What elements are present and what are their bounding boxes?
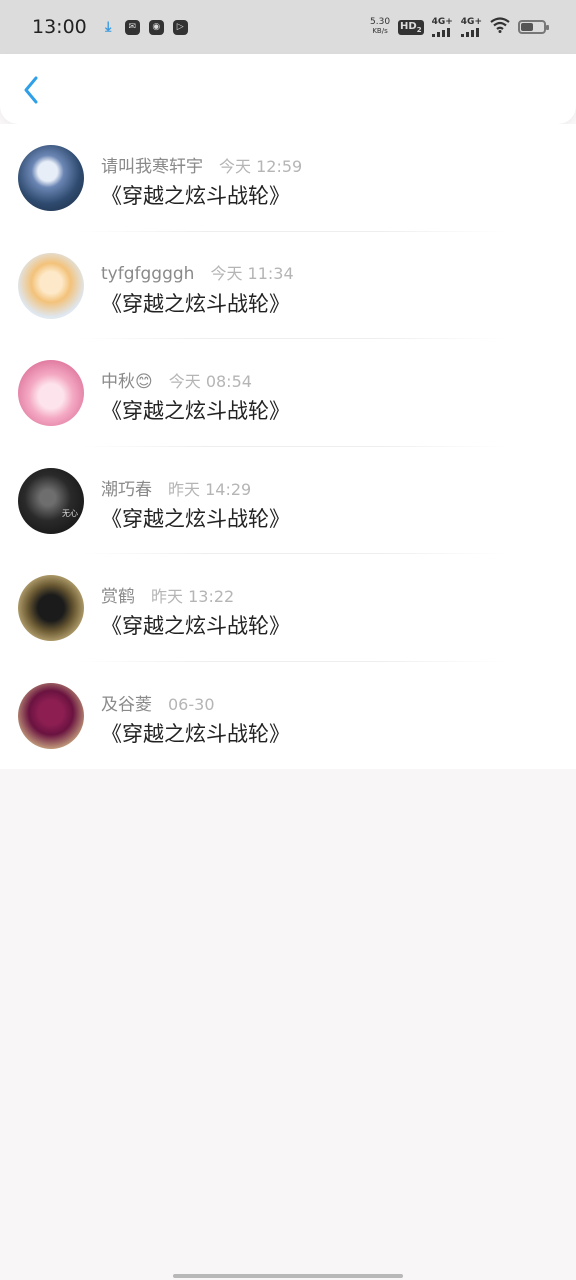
- sender-name: tyfgfggggh: [101, 263, 195, 284]
- avatar[interactable]: [18, 145, 84, 211]
- message-time: 今天 12:59: [219, 157, 303, 176]
- play-icon: ▷: [172, 19, 188, 35]
- sim1-label: 4G+: [431, 16, 453, 27]
- sender-name: 及谷菱: [101, 694, 152, 715]
- avatar[interactable]: [18, 682, 84, 749]
- message-text: 《穿越之炫斗战轮》: [101, 291, 290, 316]
- status-bar: 13:00 ⤓ ✉ ◉ ▷ 5.30 KB/s HD2 4G+ 4G+: [0, 0, 576, 54]
- message-time: 昨天 14:29: [168, 479, 252, 499]
- net-speed-value: 5.30: [370, 17, 391, 27]
- message-time: 今天 11:34: [210, 263, 294, 283]
- avatar-caption: 无心: [62, 508, 78, 518]
- avatar[interactable]: [18, 252, 84, 319]
- avatar[interactable]: 无心: [18, 467, 84, 534]
- message-text: 《穿越之炫斗战轮》: [101, 184, 290, 208]
- system-icons: 5.30 KB/s HD2 4G+ 4G+: [370, 16, 549, 37]
- status-time: 13:00: [32, 16, 87, 38]
- signal-sim2-icon: 4G+: [460, 16, 482, 37]
- battery-icon: [518, 20, 549, 34]
- signal-sim1-icon: 4G+: [431, 16, 453, 37]
- message-time: 今天 08:54: [168, 372, 252, 391]
- sender-name: 请叫我寒轩宇: [101, 157, 203, 177]
- net-speed: 5.30 KB/s: [370, 18, 390, 36]
- record-icon: ◉: [148, 19, 164, 35]
- list-item[interactable]: 请叫我寒轩宇 今天 12:59 《穿越之炫斗战轮》: [0, 124, 576, 232]
- chevron-left-icon: [24, 76, 38, 104]
- wifi-icon: [490, 17, 510, 37]
- list-item[interactable]: 中秋😊 今天 08:54 《穿越之炫斗战轮》: [0, 339, 576, 447]
- download-icon: ⤓: [105, 19, 112, 35]
- mail-icon: ✉: [124, 19, 140, 35]
- message-text: 《穿越之炫斗战轮》: [101, 614, 290, 638]
- hd-icon: HD2: [398, 19, 424, 35]
- message-list: 请叫我寒轩宇 今天 12:59 《穿越之炫斗战轮》 tyfgfggggh 今天 …: [0, 124, 576, 769]
- message-time: 昨天 13:22: [151, 587, 235, 606]
- hd-sub: 2: [416, 25, 422, 34]
- list-item[interactable]: tyfgfggggh 今天 11:34 《穿越之炫斗战轮》: [0, 232, 576, 339]
- avatar[interactable]: [18, 575, 84, 641]
- sender-name: 潮巧春: [101, 479, 152, 500]
- message-text: 《穿越之炫斗战轮》: [101, 399, 290, 423]
- avatar[interactable]: [18, 360, 84, 426]
- hd-label: HD: [400, 20, 417, 32]
- message-text: 《穿越之炫斗战轮》: [101, 721, 290, 746]
- list-item[interactable]: 赏鹤 昨天 13:22 《穿越之炫斗战轮》: [0, 554, 576, 662]
- header-bar: [0, 54, 576, 124]
- message-time: 06-30: [168, 694, 215, 714]
- back-button[interactable]: [16, 74, 46, 106]
- sender-name: 赏鹤: [101, 587, 135, 607]
- list-item[interactable]: 无心 潮巧春 昨天 14:29 《穿越之炫斗战轮》: [0, 447, 576, 554]
- notification-icons: ⤓ ✉ ◉ ▷: [101, 19, 188, 35]
- sender-name: 中秋😊: [101, 372, 153, 392]
- net-speed-unit: KB/s: [372, 27, 388, 35]
- home-indicator[interactable]: [173, 1274, 403, 1278]
- list-item[interactable]: 及谷菱 06-30 《穿越之炫斗战轮》: [0, 662, 576, 770]
- message-text: 《穿越之炫斗战轮》: [101, 506, 290, 531]
- sim2-label: 4G+: [460, 16, 482, 27]
